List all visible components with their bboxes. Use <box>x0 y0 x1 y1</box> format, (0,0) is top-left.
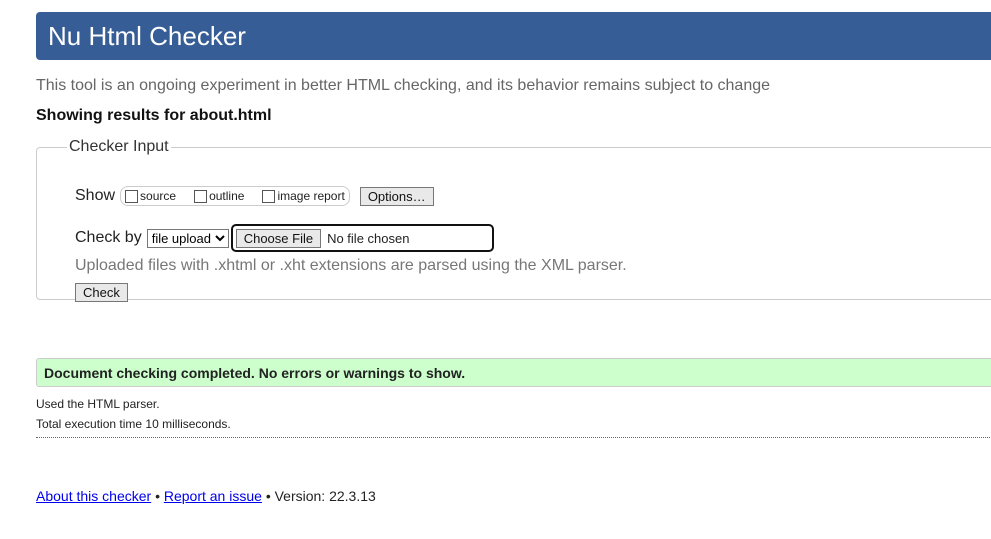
image-report-checkbox[interactable] <box>262 189 276 203</box>
show-source-option[interactable]: source <box>125 189 176 203</box>
execution-time: Total execution time 10 milliseconds. <box>36 417 231 431</box>
footer-separator: • <box>155 488 160 504</box>
show-image-report-option[interactable]: image report <box>262 189 345 203</box>
outline-checkbox[interactable] <box>194 189 208 203</box>
source-checkbox[interactable] <box>125 189 139 203</box>
file-input[interactable]: Choose File No file chosen <box>230 224 494 252</box>
options-button[interactable]: Options… <box>359 186 434 206</box>
page-title: Nu Html Checker <box>48 21 246 51</box>
report-issue-link[interactable]: Report an issue <box>164 488 262 504</box>
file-status: No file chosen <box>327 230 410 246</box>
success-message: Document checking completed. No errors o… <box>36 358 991 387</box>
check-button[interactable]: Check <box>75 283 128 302</box>
check-by-label: Check by <box>75 229 142 246</box>
show-options: source outline image report <box>120 186 350 206</box>
divider <box>36 437 991 438</box>
showing-results: Showing results for about.html <box>36 107 272 124</box>
image-report-label: image report <box>277 189 345 203</box>
source-label: source <box>140 189 177 203</box>
parser-info: Used the HTML parser. <box>36 397 160 411</box>
footer: About this checker • Report an issue • V… <box>36 488 376 504</box>
checker-input-form: Checker Input Show source outline image … <box>36 138 991 302</box>
show-outline-option[interactable]: outline <box>194 189 244 203</box>
form-legend: Checker Input <box>69 138 169 155</box>
show-label: Show <box>75 187 116 204</box>
about-link[interactable]: About this checker <box>36 488 151 504</box>
header-banner: Nu Html Checker <box>36 12 991 60</box>
intro-text: This tool is an ongoing experiment in be… <box>36 77 771 94</box>
check-by-select[interactable]: file upload <box>146 228 229 248</box>
outline-label: outline <box>209 189 245 203</box>
version-text: • Version: 22.3.13 <box>265 488 376 504</box>
choose-file-button[interactable]: Choose File <box>235 228 322 248</box>
xml-parser-note: Uploaded files with .xhtml or .xht exten… <box>75 257 627 274</box>
